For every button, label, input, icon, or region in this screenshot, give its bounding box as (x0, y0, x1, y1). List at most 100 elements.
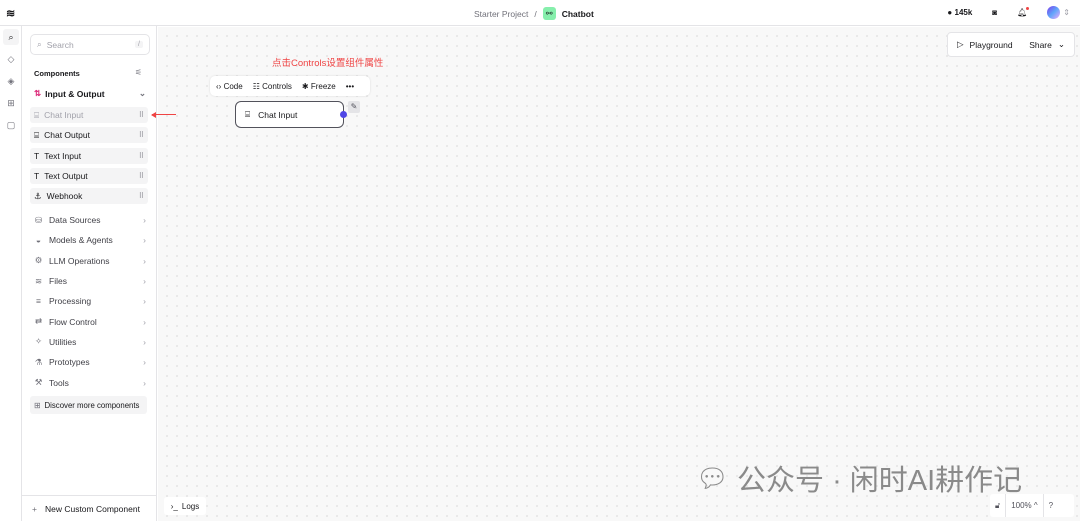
search-placeholder: Search (46, 39, 74, 50)
code-button[interactable]: ‹› Code (216, 82, 243, 91)
node-title: Chat Input (258, 109, 298, 120)
component-webhook[interactable]: ⚓︎ Webhook ⠿ (30, 188, 148, 205)
icon-rail: ⌕ ◇ ◈ ⊞ ▢ (0, 26, 22, 521)
search-nav-icon[interactable]: ⌕ (3, 29, 19, 45)
drag-handle-icon[interactable]: ⠿ (139, 152, 144, 160)
text-icon: T (34, 170, 40, 181)
component-text-input[interactable]: T Text Input ⠿ (30, 147, 148, 164)
discover-more-button[interactable]: ⊞ Discover more components (30, 396, 147, 414)
component-chat-output[interactable]: ⌸ Chat Output ⠿ (30, 127, 148, 144)
bot-icon: ◒ (35, 235, 42, 246)
filter-icon: ≡ (36, 296, 41, 307)
discover-label: Discover more components (44, 400, 140, 410)
logs-button[interactable]: ›_ Logs (164, 497, 206, 515)
github-stars-button[interactable]: ● 145k (947, 8, 972, 17)
terminal-icon: ›_ (170, 501, 178, 511)
discord-icon[interactable]: ◙ (992, 8, 997, 17)
component-text-output[interactable]: T Text Output ⠿ (30, 167, 148, 184)
project-link[interactable]: Starter Project (474, 9, 528, 19)
category-input-output[interactable]: ⇅ Input & Output ⌄ (34, 88, 146, 99)
wand-icon: ✧ (34, 336, 43, 347)
components-heading: Components (34, 69, 80, 78)
logs-label: Logs (181, 501, 200, 511)
flask-icon: ⚗ (34, 356, 43, 367)
category-label: Files (49, 276, 67, 287)
search-input[interactable]: ⌕ Search / (30, 34, 150, 55)
search-icon: ⌕ (37, 39, 42, 49)
category-label: Processing (49, 296, 92, 307)
component-label: Chat Input (44, 110, 84, 120)
mcp-nav-icon[interactable]: ◈ (3, 73, 19, 89)
lock-icon[interactable]: 🔓︎ (990, 494, 1007, 517)
category-label: Models & Agents (49, 235, 113, 246)
new-custom-component-button[interactable]: + New Custom Component (22, 495, 157, 521)
top-header: ≋ Starter Project / ⚯ Chatbot ● 145k ◙ 🔔… (0, 0, 1080, 26)
category-llm-operations[interactable]: ⚙ LLM Operations › (34, 251, 146, 271)
flow-icon: ⚯ (542, 7, 556, 20)
store-nav-icon[interactable]: ▢ (3, 117, 19, 133)
components-sidebar: ⌕ Search / Components ⚟ ⇅ Input & Output… (22, 26, 157, 521)
component-chat-input[interactable]: ⌸ Chat Input ⠿ (30, 107, 148, 123)
edit-pencil-icon[interactable]: ✎ (348, 101, 360, 113)
zoom-dropdown[interactable]: 100% ^ (1006, 494, 1044, 517)
filter-settings-icon[interactable]: ⚟ (135, 68, 142, 77)
langflow-logo-icon[interactable]: ≋ (6, 7, 15, 20)
category-models-agents[interactable]: ◒ Models & Agents › (34, 230, 146, 250)
freeze-label: Freeze (310, 81, 336, 91)
snowflake-icon: ✱ (301, 81, 309, 91)
category-tools[interactable]: ⚒ Tools › (34, 372, 146, 392)
chat-icon: ⌸ (245, 109, 251, 119)
new-custom-label: New Custom Component (44, 503, 140, 514)
zoom-level: 100% (1011, 501, 1032, 510)
flow-name[interactable]: Chatbot (562, 9, 594, 19)
playground-button[interactable]: Playground (970, 40, 1013, 50)
component-label: Text Output (44, 170, 88, 181)
category-label: Prototypes (49, 357, 90, 368)
code-label: Code (223, 81, 243, 91)
chevron-right-icon: › (143, 336, 146, 347)
controls-button[interactable]: ☷ Controls (253, 82, 292, 91)
drag-handle-icon[interactable]: ⠿ (139, 192, 144, 200)
more-options-button[interactable]: ••• (346, 82, 354, 91)
flow-canvas[interactable]: ▷ Playground Share ⌄ 点击Controls设置组件属性 ‹›… (151, 27, 1080, 521)
help-icon[interactable]: ? (1044, 494, 1058, 517)
share-button[interactable]: Share (1029, 40, 1052, 50)
drag-handle-icon[interactable]: ⠿ (139, 131, 144, 139)
chevron-right-icon: › (143, 296, 146, 307)
category-label: Utilities (49, 336, 77, 347)
database-icon: ⛁ (34, 214, 43, 225)
chat-input-node[interactable]: ⌸ Chat Input (235, 101, 347, 128)
chevron-up-icon: ^ (1033, 501, 1038, 510)
category-processing[interactable]: ≡ Processing › (34, 291, 146, 311)
webhook-icon: ⚓︎ (34, 190, 42, 201)
chevron-updown-icon: ⇕ (1063, 8, 1070, 17)
component-label: Text Input (44, 150, 82, 161)
drag-handle-icon[interactable]: ⠿ (139, 172, 144, 180)
output-handle[interactable] (340, 111, 347, 118)
sliders-icon: ☷ (252, 81, 260, 91)
category-prototypes[interactable]: ⚗ Prototypes › (34, 352, 146, 372)
breadcrumb-separator: / (534, 8, 537, 19)
breadcrumb: Starter Project / ⚯ Chatbot (474, 7, 594, 20)
drag-handle-icon[interactable]: ⠿ (139, 111, 144, 119)
category-files[interactable]: ≋ Files › (34, 271, 146, 291)
freeze-button[interactable]: ✱ Freeze (302, 82, 336, 91)
category-flow-control[interactable]: ⇄ Flow Control › (34, 311, 146, 331)
bundles-nav-icon[interactable]: ⊞ (3, 95, 19, 111)
chevron-right-icon: › (143, 215, 146, 226)
chevron-right-icon: › (143, 357, 146, 368)
github-stars-count: 145k (954, 8, 973, 17)
chat-icon: ⌸ (34, 109, 40, 120)
chevron-down-icon[interactable]: ⌄ (1058, 39, 1065, 50)
chevron-right-icon: › (143, 235, 146, 246)
watermark-text: 公众号 · 闲时AI耕作记 (737, 465, 1023, 497)
category-data-sources[interactable]: ⛁ Data Sources › (34, 210, 146, 230)
notification-bell-icon[interactable]: 🔔︎ (1017, 7, 1030, 17)
play-icon: ▷ (957, 39, 964, 49)
category-utilities[interactable]: ✧ Utilities › (34, 332, 146, 352)
annotation-arrow (151, 110, 176, 119)
user-menu[interactable]: ⇕ (1047, 6, 1070, 19)
components-nav-icon[interactable]: ◇ (3, 51, 19, 67)
chevron-down-icon: ⌄ (138, 88, 146, 98)
category-label: Tools (49, 377, 69, 388)
